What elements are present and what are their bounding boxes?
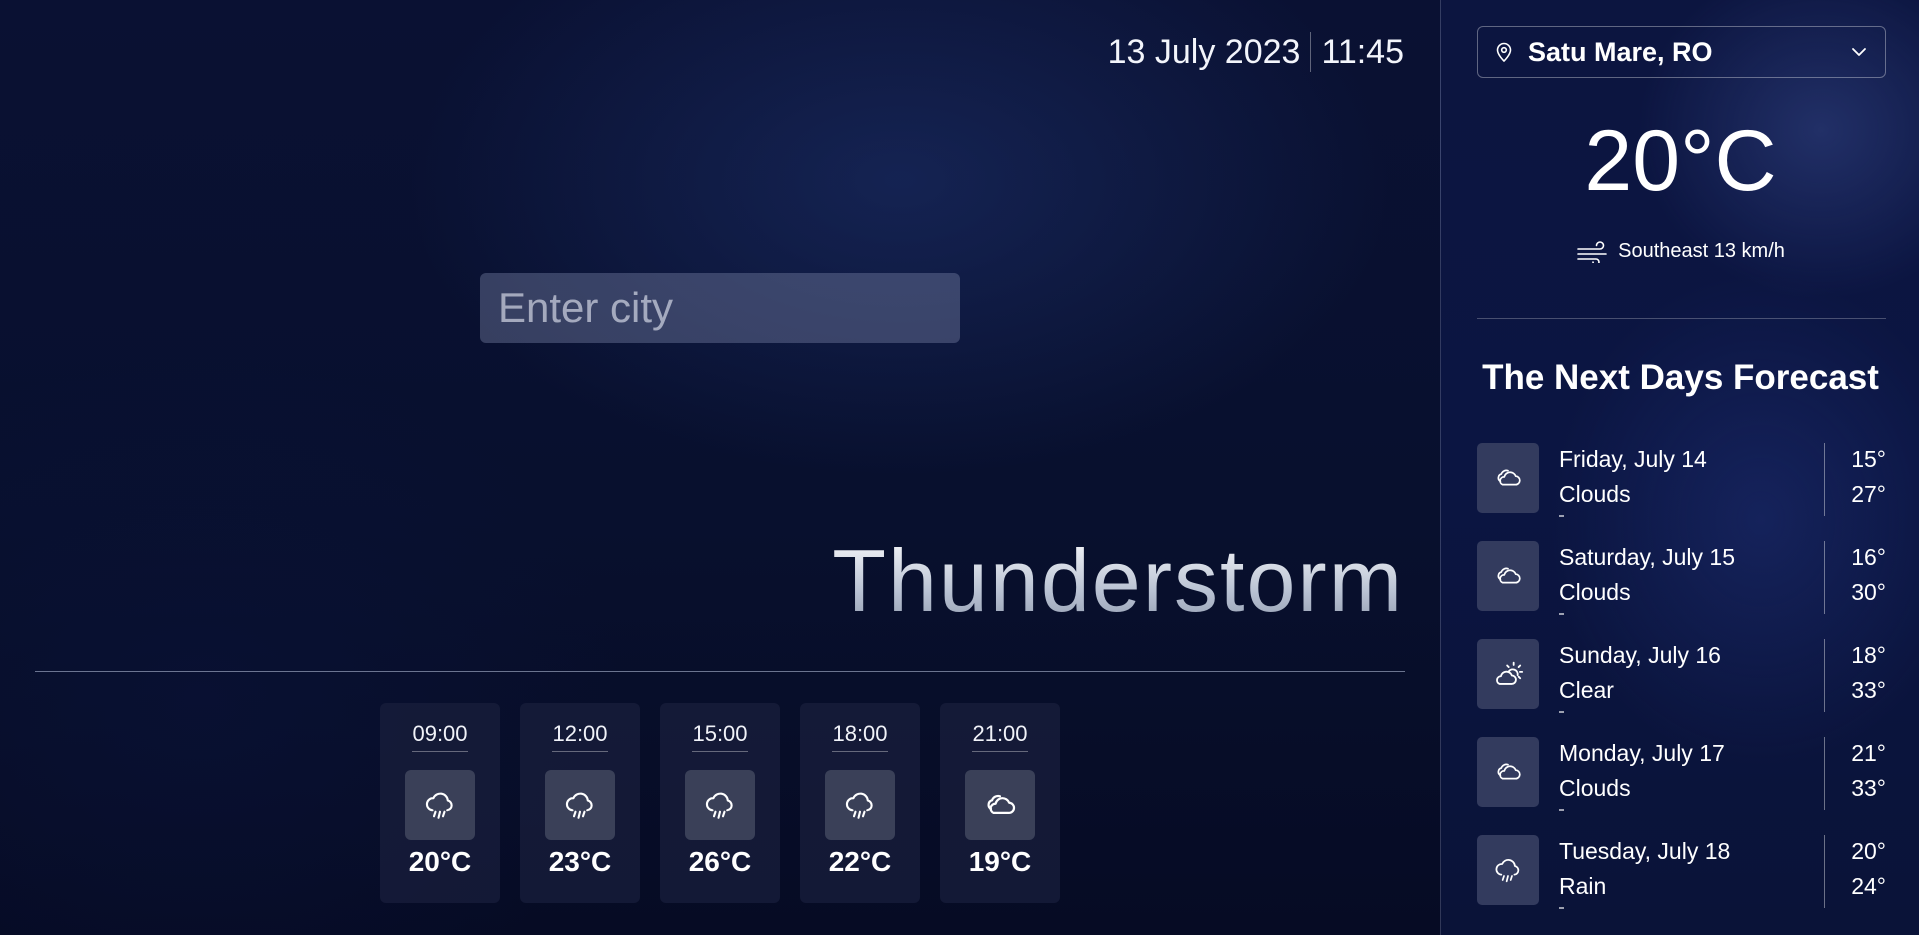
forecast-max-temp: 27° [1851,481,1886,507]
forecast-icon-box [1477,639,1539,709]
cloud-icon [1497,469,1521,486]
forecast-min-temp: 21° [1851,740,1886,766]
forecast-tick [1559,515,1564,517]
hourly-time: 21:00 [972,721,1028,752]
forecast-max-temp: 24° [1851,873,1886,899]
forecast-list: Friday, July 14 Clouds 15° 27° Saturday,… [1477,443,1886,933]
hourly-temp: 23°C [548,846,612,877]
forecast-condition: Clouds [1559,481,1631,507]
sun-cloud-icon [1496,661,1524,685]
forecast-min-temp: 15° [1851,446,1886,472]
hourly-time: 09:00 [412,721,468,752]
hourly-card: 12:00 23°C [520,703,640,903]
current-condition: Thunderstorm [832,531,1404,630]
cloud-icon [1497,763,1521,780]
forecast-day: Tuesday, July 18 [1559,838,1731,864]
forecast-separator [1824,639,1825,712]
location-value: Satu Mare, RO [1528,36,1713,67]
hourly-time: 15:00 [692,721,748,752]
forecast-max-temp: 30° [1851,579,1886,605]
forecast-row: Friday, July 14 Clouds 15° 27° [1477,443,1886,541]
forecast-min-temp: 16° [1851,544,1886,570]
date-time: 13 July 2023 11:45 [1108,32,1404,72]
forecast-icon-box [1477,737,1539,807]
hourly-icon-box [965,770,1035,840]
forecast-icon-box [1477,443,1539,513]
map-pin-icon [1496,42,1512,62]
forecast-min-temp: 20° [1851,838,1886,864]
forecast-day: Saturday, July 15 [1559,544,1736,570]
forecast-icon-box [1477,541,1539,611]
hourly-temp: 22°C [828,846,892,877]
forecast-condition: Clear [1559,677,1614,703]
forecast-day: Sunday, July 16 [1559,642,1721,668]
forecast-row: Saturday, July 15 Clouds 16° 30° [1477,541,1886,639]
hourly-card: 09:00 20°C [380,703,500,903]
hourly-card: 18:00 22°C [800,703,920,903]
forecast-title: The Next Days Forecast [1482,358,1879,397]
hourly-card: 21:00 19°C [940,703,1060,903]
forecast-tick [1559,711,1564,713]
hourly-icon-box [405,770,475,840]
rain-icon [425,792,453,819]
current-time: 11:45 [1321,32,1404,71]
city-search-input[interactable] [480,273,960,343]
main-divider [35,671,1405,672]
forecast-condition: Clouds [1559,579,1631,605]
hourly-icon-box [545,770,615,840]
forecast-separator [1824,835,1825,908]
forecast-row: Monday, July 17 Clouds 21° 33° [1477,737,1886,835]
forecast-min-temp: 18° [1851,642,1886,668]
wind-icon [1577,240,1607,263]
forecast-separator [1824,443,1825,516]
hourly-temp: 20°C [408,846,472,877]
main-panel: 13 July 2023 11:45 Thunderstorm 09:00 20… [0,0,1440,935]
forecast-icon-box [1477,835,1539,905]
forecast-separator [1824,541,1825,614]
forecast-separator [1824,737,1825,810]
chevron-down-icon [1852,48,1866,56]
date-time-separator [1310,32,1312,72]
hourly-temp: 26°C [688,846,752,877]
hourly-card: 15:00 26°C [660,703,780,903]
forecast-condition: Rain [1559,873,1607,899]
hourly-forecast: 09:00 20°C 12:00 23°C 15:00 26°C 18:00 2… [380,703,1060,903]
current-temperature: 20°C [1584,113,1777,209]
hourly-time: 18:00 [832,721,888,752]
forecast-tick [1559,809,1564,811]
cloud-icon [1497,567,1521,584]
forecast-row: Sunday, July 16 Clear 18° 33° [1477,639,1886,737]
wind-text: Southeast 13 km/h [1618,240,1785,262]
sidebar-divider [1477,318,1886,319]
forecast-tick [1559,613,1564,615]
rain-icon [845,792,873,819]
forecast-row: Tuesday, July 18 Rain 20° 24° [1477,835,1886,933]
forecast-max-temp: 33° [1851,775,1886,801]
forecast-max-temp: 33° [1851,677,1886,703]
rain-icon [1495,859,1520,883]
forecast-condition: Clouds [1559,775,1631,801]
forecast-tick [1559,907,1564,909]
forecast-day: Friday, July 14 [1559,446,1707,472]
current-date: 13 July 2023 [1107,32,1301,71]
rain-icon [565,792,593,819]
hourly-icon-box [685,770,755,840]
hourly-icon-box [825,770,895,840]
cloud-icon [987,794,1016,815]
location-select[interactable]: Satu Mare, RO [1477,26,1886,78]
sidebar: Satu Mare, RO 20°C Southeast 13 km/h The… [1440,0,1919,935]
wind-info: Southeast 13 km/h [1441,240,1919,263]
rain-icon [705,792,733,819]
hourly-temp: 19°C [968,846,1032,877]
hourly-time: 12:00 [552,721,608,752]
forecast-day: Monday, July 17 [1559,740,1725,766]
